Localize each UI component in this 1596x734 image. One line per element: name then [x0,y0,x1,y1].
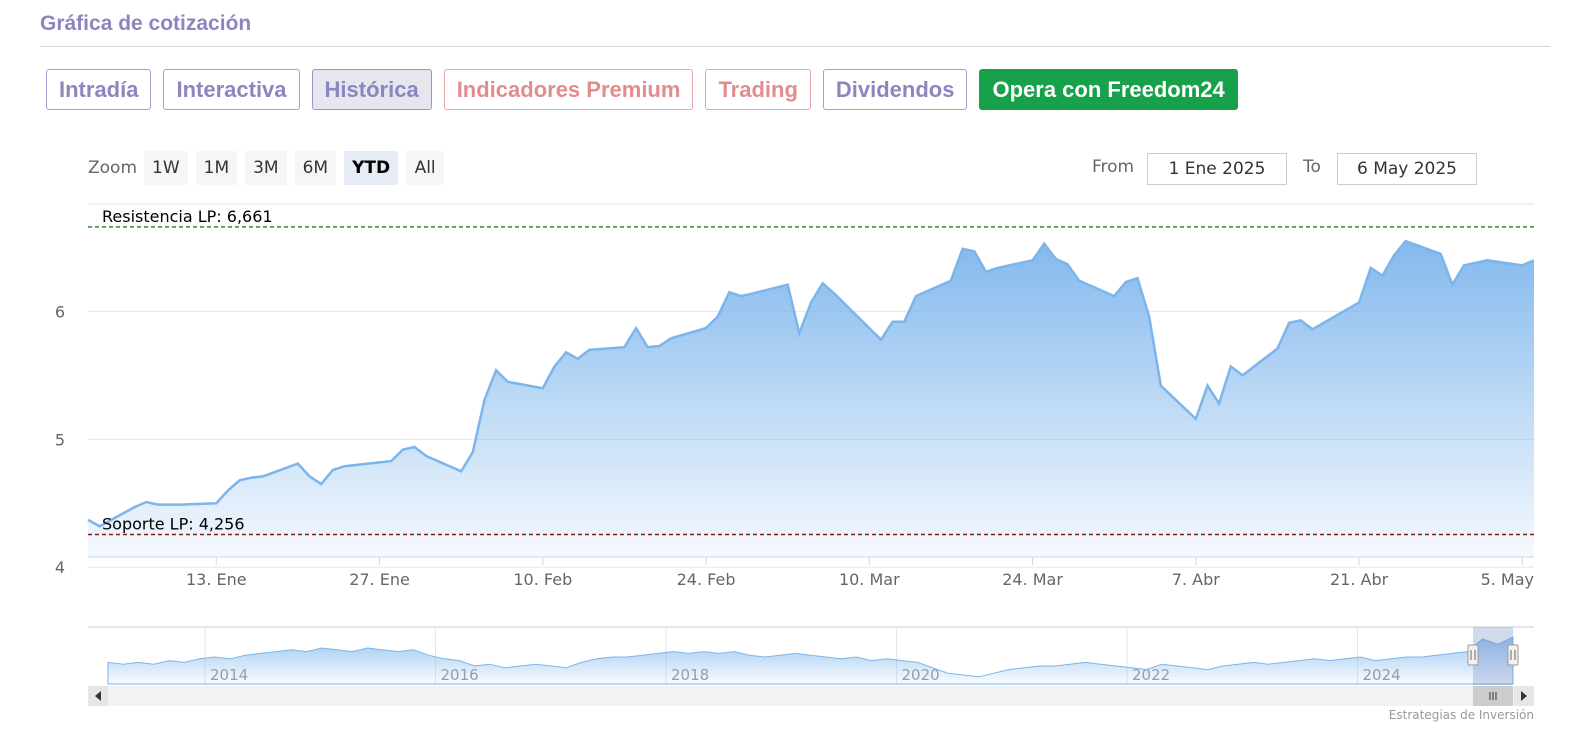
x-axis-labels: 13. Ene 27. Ene 10. Feb 24. Feb 10. Mar 24. M… [186,557,1534,589]
navigator-window[interactable] [1473,627,1513,685]
x-tick-label: 10. Mar [839,570,900,589]
x-tick-label: 27. Ene [349,570,410,589]
chart-credit: Estrategias de Inversión [1388,708,1534,722]
x-tick-label: 13. Ene [186,570,247,589]
scrollbar-track[interactable] [88,686,1534,706]
x-tick-label: 24. Feb [677,570,736,589]
y-tick-label: 6 [55,302,65,321]
resistance-label: Resistencia LP: 6,661 [102,207,273,226]
price-area [88,241,1534,557]
support-label: Soporte LP: 4,256 [102,514,245,533]
x-tick-label: 21. Abr [1330,570,1389,589]
y-axis-labels: 4 5 6 [55,302,65,577]
x-tick-label: 5. May [1481,570,1534,589]
x-tick-label: 24. Mar [1002,570,1063,589]
navigator-handle-right[interactable] [1507,644,1519,666]
navigator-handle-left[interactable] [1467,644,1479,666]
y-tick-label: 5 [55,430,65,449]
y-tick-label: 4 [55,558,65,577]
x-tick-label: 10. Feb [513,570,572,589]
x-tick-label: 7. Abr [1172,570,1220,589]
price-chart[interactable]: 4 5 6 Resistencia LP: 6,661 Soporte LP: 4,… [0,0,1596,734]
